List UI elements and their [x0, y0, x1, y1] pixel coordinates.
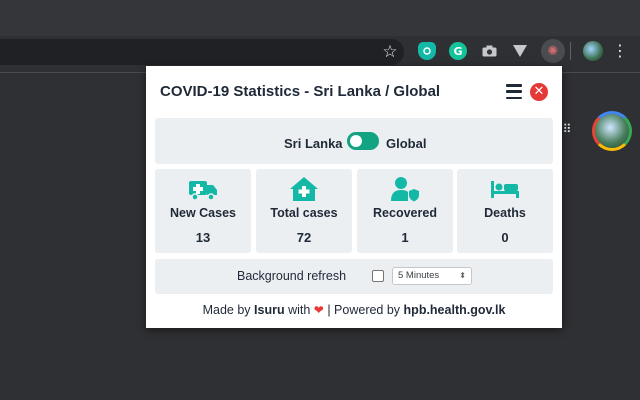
- stat-value-deaths: 0: [501, 230, 509, 245]
- vee-glyph-icon: [513, 45, 527, 57]
- profile-avatar[interactable]: [583, 41, 603, 61]
- bed-icon: [491, 181, 519, 198]
- hamburger-menu-icon[interactable]: [506, 84, 522, 99]
- stat-card-recovered: Recovered 1: [357, 169, 453, 253]
- stat-card-total-cases: Total cases 72: [256, 169, 352, 253]
- stat-label: New Cases: [169, 206, 236, 220]
- camera-icon[interactable]: [480, 42, 498, 60]
- toggle-label-global: Global: [386, 136, 427, 151]
- user-shield-icon: [391, 177, 419, 202]
- covid-stats-popup: COVID-19 Statistics - Sri Lanka / Global…: [146, 66, 562, 328]
- vee-icon[interactable]: [511, 42, 529, 60]
- refresh-panel: Background refresh 5 Minutes ⬍: [155, 259, 553, 294]
- source-link[interactable]: hpb.health.gov.lk: [404, 303, 506, 317]
- refresh-interval-value: 5 Minutes: [398, 270, 440, 281]
- browser-menu-icon[interactable]: ⋮: [612, 41, 628, 61]
- stat-label: Deaths: [484, 206, 526, 220]
- hospital-icon: [290, 177, 318, 201]
- toolbar-separator: [570, 42, 571, 60]
- select-arrows-icon: ⬍: [459, 271, 466, 280]
- region-toggle-switch[interactable]: [347, 132, 379, 150]
- shield-extension-icon[interactable]: [418, 42, 436, 60]
- heart-icon: ❤: [313, 303, 324, 317]
- switch-knob: [350, 135, 362, 147]
- stat-label: Total cases: [270, 206, 338, 220]
- virus-extension-icon[interactable]: ✺: [541, 39, 565, 63]
- ambulance-icon: [189, 181, 217, 201]
- region-toggle-panel: Sri Lanka Global: [155, 118, 553, 164]
- popup-header: COVID-19 Statistics - Sri Lanka / Global…: [146, 66, 562, 118]
- camera-glyph-icon: [482, 45, 496, 57]
- popup-title: COVID-19 Statistics - Sri Lanka / Global: [160, 83, 441, 100]
- toggle-label-sri-lanka: Sri Lanka: [284, 136, 343, 151]
- popup-footer: Made by Isuru with ❤ | Powered by hpb.he…: [146, 303, 562, 317]
- footer-made-by: Made by: [202, 303, 251, 317]
- apps-grid-icon[interactable]: ⠿: [560, 122, 574, 136]
- refresh-interval-select[interactable]: 5 Minutes ⬍: [392, 267, 472, 285]
- extensions-bar: G ✺: [0, 0, 640, 74]
- background-refresh-checkbox[interactable]: [372, 270, 384, 282]
- background-refresh-label: Background refresh: [237, 269, 347, 283]
- account-avatar[interactable]: [592, 111, 632, 151]
- footer-powered-by: | Powered by: [327, 303, 401, 317]
- stat-value-new-cases: 13: [195, 230, 211, 245]
- stat-label: Recovered: [373, 206, 437, 220]
- stat-card-new-cases: New Cases 13: [155, 169, 251, 253]
- footer-with: with: [288, 303, 311, 317]
- shield-glyph-icon: [423, 47, 431, 55]
- grammarly-icon[interactable]: G: [449, 42, 467, 60]
- close-icon[interactable]: ✕: [530, 83, 548, 101]
- stat-value-total-cases: 72: [296, 230, 312, 245]
- stat-value-recovered: 1: [401, 230, 409, 245]
- author-name[interactable]: Isuru: [254, 303, 285, 317]
- stat-card-deaths: Deaths 0: [457, 169, 553, 253]
